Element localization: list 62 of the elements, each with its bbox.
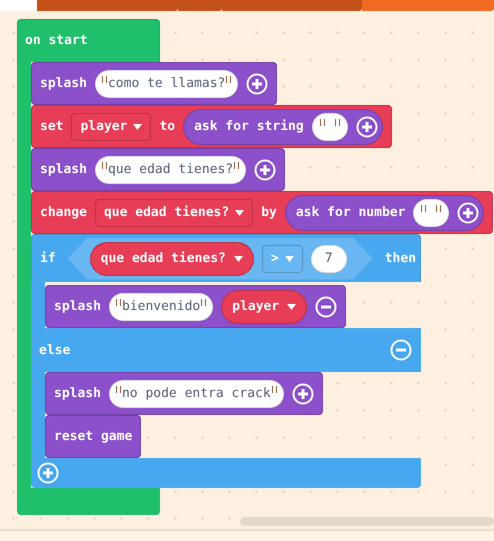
dropdown[interactable]: que edad tienes? bbox=[94, 198, 254, 226]
plus-icon[interactable] bbox=[356, 116, 378, 138]
plus-icon[interactable] bbox=[246, 72, 268, 94]
quote-mark-icon bbox=[102, 76, 107, 82]
number-field[interactable]: 7 bbox=[310, 244, 347, 272]
block-label: splash bbox=[40, 162, 87, 177]
string-field[interactable]: que edad tienes? bbox=[94, 156, 246, 184]
plus-icon[interactable] bbox=[37, 462, 59, 484]
caret-icon bbox=[284, 256, 294, 262]
block-label: change bbox=[40, 205, 87, 220]
block-label: set bbox=[40, 119, 64, 134]
statement-block[interactable]: splash como te llamas? bbox=[31, 62, 278, 105]
block-label: splash bbox=[54, 299, 101, 314]
statement-block[interactable]: reset game bbox=[45, 415, 142, 458]
block-label: else bbox=[39, 342, 70, 358]
block-label: by bbox=[261, 205, 277, 220]
quote-mark-icon bbox=[116, 386, 121, 392]
quote-mark-icon bbox=[234, 162, 240, 168]
string-field[interactable]: no pode entra crack bbox=[108, 380, 284, 408]
string-field[interactable] bbox=[312, 112, 348, 140]
if-block-header[interactable]: if que edad tienes? > 7 then bbox=[31, 234, 421, 282]
quote-mark-icon bbox=[436, 204, 442, 212]
block-label: ask for string bbox=[194, 119, 304, 134]
statement-block[interactable]: splash que edad tienes? bbox=[31, 148, 286, 191]
plus-icon[interactable] bbox=[457, 202, 480, 224]
string-field[interactable] bbox=[413, 198, 450, 226]
caret-icon bbox=[234, 256, 243, 262]
dropdown[interactable]: player bbox=[71, 112, 152, 140]
block-label: splash bbox=[40, 76, 87, 91]
caret-icon bbox=[287, 304, 296, 310]
caret-icon bbox=[133, 124, 142, 130]
statement-block[interactable]: set player to ask for string bbox=[31, 105, 392, 148]
string-field[interactable]: como te llamas? bbox=[94, 70, 238, 98]
reporter-block[interactable]: ask for number bbox=[284, 194, 484, 230]
plus-icon[interactable] bbox=[292, 382, 314, 404]
minus-icon[interactable] bbox=[390, 339, 412, 361]
caret-icon bbox=[235, 210, 244, 216]
quote-mark-icon bbox=[102, 162, 107, 168]
statement-block[interactable]: splash bienvenido player bbox=[45, 285, 346, 328]
quote-mark-icon bbox=[116, 298, 121, 306]
quote-mark-icon bbox=[421, 204, 426, 212]
scrollbar[interactable] bbox=[240, 517, 494, 526]
variable-pill[interactable]: que edad tienes? bbox=[90, 242, 254, 276]
variable-pill[interactable]: player bbox=[221, 290, 308, 324]
quote-mark-icon bbox=[226, 76, 232, 82]
statement-block[interactable]: splash no pode entra crack bbox=[45, 372, 323, 415]
plus-icon[interactable] bbox=[254, 158, 276, 180]
block-label: ask for number bbox=[296, 205, 406, 220]
statement-block[interactable]: change que edad tienes? by ask for number bbox=[31, 191, 494, 234]
string-field[interactable]: bienvenido bbox=[108, 292, 214, 320]
block-label: to bbox=[159, 119, 176, 134]
block-label: if bbox=[40, 251, 56, 266]
block-label: splash bbox=[54, 386, 101, 401]
quote-mark-icon bbox=[272, 386, 277, 392]
quote-mark-icon bbox=[320, 118, 325, 126]
quote-mark-icon bbox=[201, 298, 206, 306]
reporter-block[interactable]: ask for string bbox=[183, 108, 383, 144]
toolbar-panel bbox=[0, 0, 37, 11]
quote-mark-icon bbox=[334, 118, 340, 126]
block-label: reset game bbox=[54, 429, 132, 444]
block-label: then bbox=[384, 251, 416, 266]
minus-icon[interactable] bbox=[315, 296, 338, 318]
